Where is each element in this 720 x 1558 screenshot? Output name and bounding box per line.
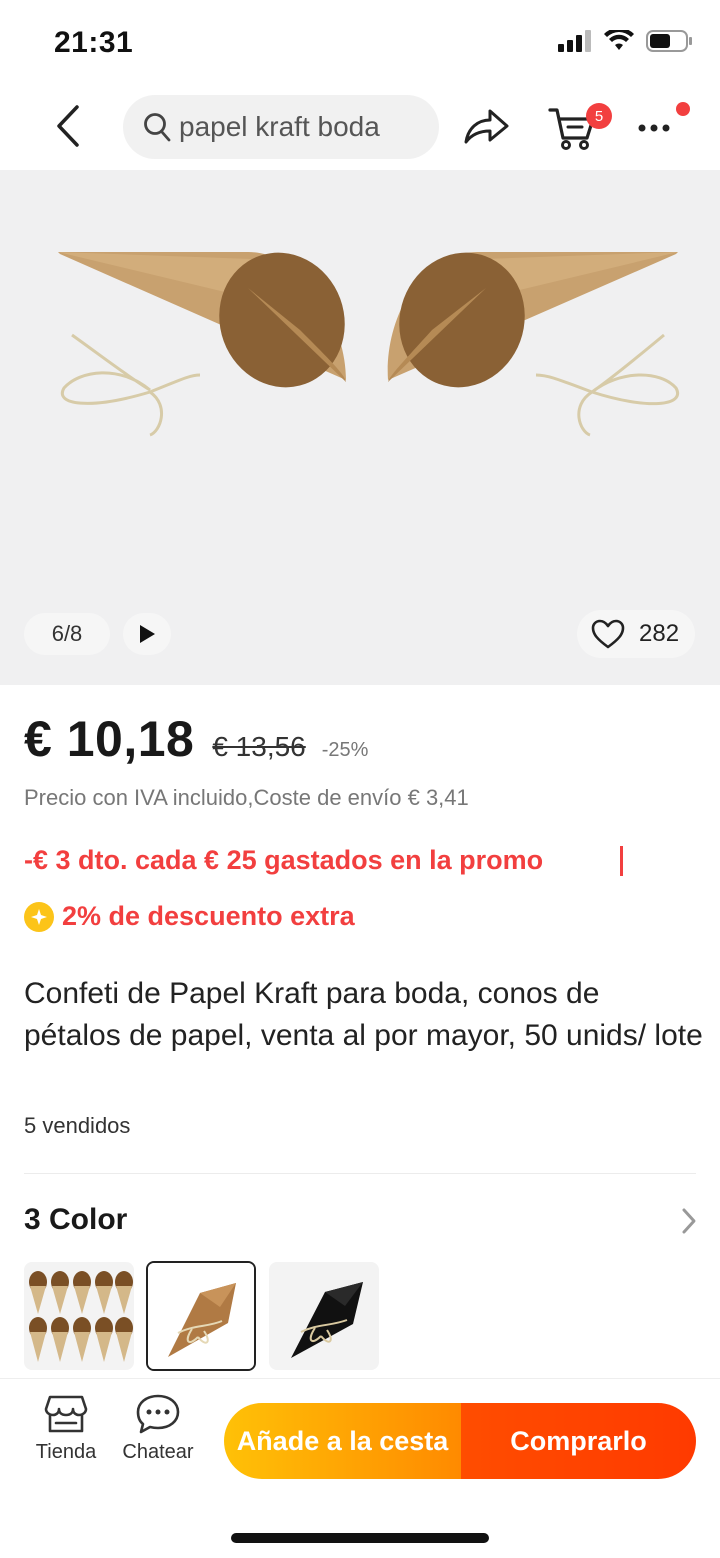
store-button[interactable]: Tienda — [30, 1393, 102, 1473]
back-button[interactable] — [44, 100, 92, 152]
swatch-image — [29, 1271, 133, 1362]
more-icon — [638, 124, 670, 132]
color-section-title[interactable]: 3 Color — [24, 1203, 127, 1237]
wifi-icon — [604, 30, 634, 50]
swatch-image — [291, 1282, 363, 1358]
sparkle-icon — [24, 901, 54, 932]
product-gallery[interactable]: 6/8 282 — [0, 170, 720, 685]
top-nav: papel kraft boda — [0, 88, 720, 168]
store-icon — [44, 1395, 88, 1433]
add-to-cart-button[interactable]: Añade a la cesta — [224, 1403, 461, 1479]
chevron-right-icon[interactable] — [678, 1206, 700, 1236]
search-query: papel kraft boda — [179, 111, 380, 142]
share-icon — [464, 109, 509, 144]
chat-icon — [136, 1394, 180, 1434]
status-time: 21:31 — [54, 26, 134, 59]
buy-now-button[interactable]: Comprarlo — [461, 1403, 696, 1479]
status-icons — [558, 30, 692, 52]
play-video-button[interactable] — [123, 613, 171, 655]
price-row: € 10,18 € 13,56 -25% — [24, 710, 368, 768]
image-counter: 6/8 — [24, 613, 110, 655]
search-icon — [144, 113, 171, 142]
bottom-action-bar: Tienda Chatear Añade a la cesta Comprarl… — [0, 1378, 720, 1558]
sold-count: 5 vendidos — [24, 1113, 131, 1138]
divider — [24, 1173, 696, 1174]
status-bar: 21:31 — [0, 0, 720, 88]
swatch-image — [148, 1263, 254, 1369]
battery-icon — [646, 30, 692, 52]
store-label: Tienda — [35, 1441, 97, 1463]
purchase-actions: Añade a la cesta Comprarlo — [224, 1403, 696, 1479]
product-title: Confeti de Papel Kraft para boda, conos … — [24, 977, 703, 1052]
color-swatch-natural-set[interactable] — [24, 1262, 134, 1370]
cart-count-badge: 5 — [586, 103, 612, 129]
current-price: € 10,18 — [24, 711, 195, 767]
promo-divider — [620, 846, 623, 876]
share-button[interactable] — [460, 102, 512, 154]
wishlist-button[interactable]: 282 — [577, 610, 695, 658]
heart-icon — [591, 619, 625, 649]
tax-shipping-note: Precio con IVA incluido,Coste de envío €… — [24, 785, 469, 810]
signal-icon — [558, 30, 591, 52]
color-swatch-kraft[interactable] — [146, 1261, 256, 1371]
play-icon — [140, 625, 155, 643]
discount-percent: -25% — [321, 739, 369, 761]
more-button[interactable] — [632, 108, 682, 148]
back-icon — [57, 105, 79, 147]
home-indicator[interactable] — [231, 1533, 489, 1543]
original-price: € 13,56 — [212, 731, 306, 762]
notification-dot — [676, 102, 690, 116]
extra-discount-text: 2% de descuento extra — [62, 901, 355, 931]
color-swatch-black[interactable] — [269, 1262, 379, 1370]
like-count: 282 — [639, 620, 680, 647]
product-image — [58, 251, 680, 437]
store-promo[interactable]: -€ 3 dto. cada € 25 gastados en la promo — [24, 845, 543, 876]
chat-label: Chatear — [122, 1441, 194, 1463]
search-input[interactable]: papel kraft boda — [123, 95, 439, 159]
extra-discount-row[interactable]: 2% de descuento extra — [24, 901, 355, 932]
chat-button[interactable]: Chatear — [120, 1393, 196, 1473]
